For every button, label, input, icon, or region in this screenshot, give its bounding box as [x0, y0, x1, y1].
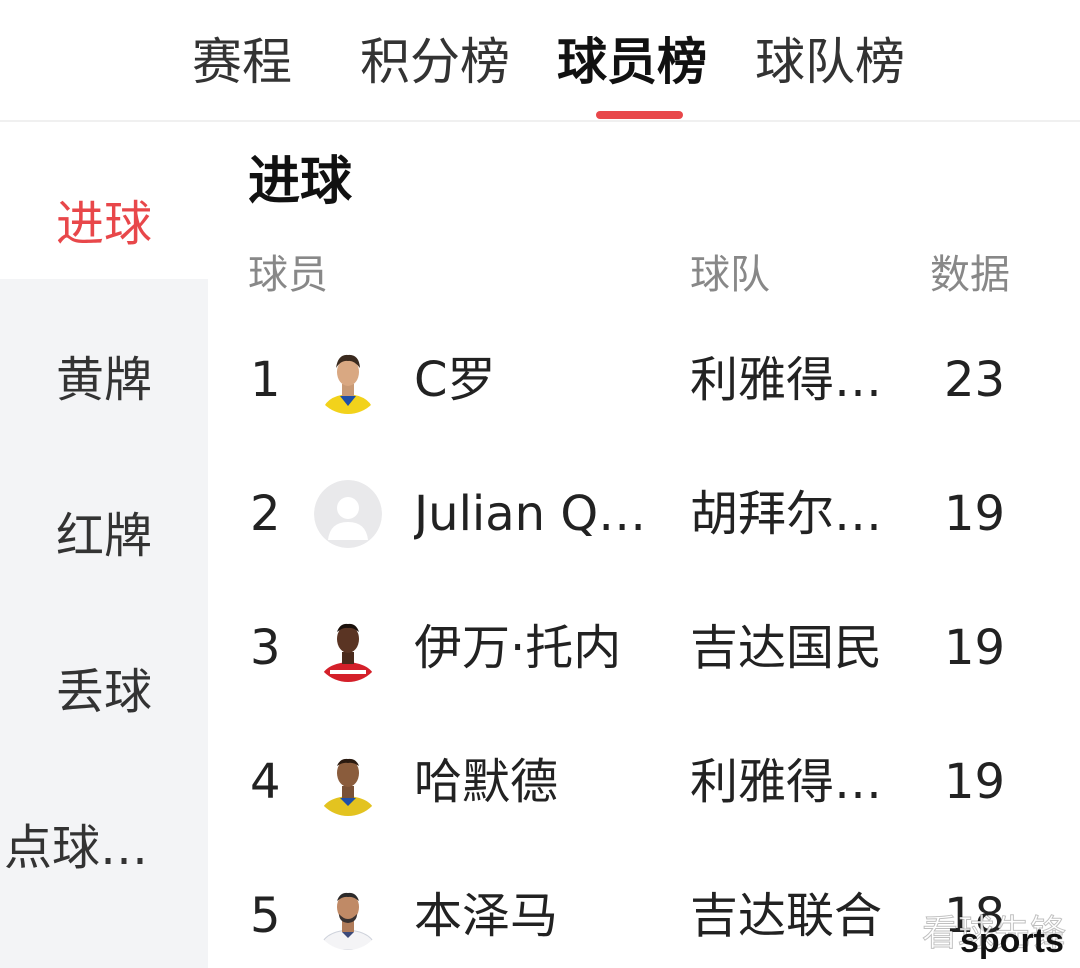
- rank: 3: [250, 620, 281, 676]
- sidebar-item-penalties[interactable]: 点球…: [0, 818, 208, 878]
- sidebar-item-goals[interactable]: 进球: [0, 124, 208, 279]
- tab-player-rankings[interactable]: 球员榜: [557, 30, 707, 94]
- goal-count: 19: [944, 754, 1006, 810]
- team-name[interactable]: 利雅得…: [690, 348, 900, 412]
- watermark-logo: 看球先锋 sports: [920, 904, 1080, 968]
- stat-category-sidebar: 进球 黄牌 红牌 丢球 点球…: [0, 124, 208, 968]
- sidebar-item-yellow-cards[interactable]: 黄牌: [0, 350, 208, 410]
- tab-team-rankings[interactable]: 球队榜: [755, 30, 905, 94]
- goal-count: 19: [944, 486, 1006, 542]
- tab-schedule[interactable]: 赛程: [192, 30, 292, 94]
- active-tab-indicator: [596, 111, 683, 119]
- table-row[interactable]: 1 C罗 利雅得… 23: [208, 318, 1080, 452]
- player-avatar: [314, 346, 382, 414]
- table-row[interactable]: 3 伊万·托内 吉达国民 19: [208, 586, 1080, 720]
- rank: 1: [250, 352, 281, 408]
- watermark-sports-text: sports: [960, 922, 1064, 960]
- table-row[interactable]: 2 Julian Q… 胡拜尔… 19: [208, 452, 1080, 586]
- top-tab-bar: 赛程 积分榜 球员榜 球队榜: [0, 0, 1080, 122]
- goal-count: 23: [944, 352, 1006, 408]
- rank: 2: [250, 486, 281, 542]
- player-name[interactable]: 本泽马: [414, 884, 664, 948]
- goal-count: 19: [944, 620, 1006, 676]
- rank: 4: [250, 754, 281, 810]
- player-name[interactable]: 哈默德: [414, 750, 664, 814]
- sidebar-item-goals-conceded[interactable]: 丢球: [0, 662, 208, 722]
- team-name[interactable]: 利雅得…: [690, 750, 900, 814]
- sidebar-item-red-cards[interactable]: 红牌: [0, 506, 208, 566]
- player-avatar: [314, 614, 382, 682]
- player-avatar: [314, 882, 382, 950]
- player-name[interactable]: C罗: [414, 348, 664, 412]
- player-name[interactable]: Julian Q…: [414, 482, 664, 546]
- team-name[interactable]: 吉达国民: [690, 616, 900, 680]
- team-name[interactable]: 吉达联合: [690, 884, 900, 948]
- team-name[interactable]: 胡拜尔…: [690, 482, 900, 546]
- section-title: 进球: [248, 152, 353, 212]
- column-header-team: 球队: [690, 252, 770, 298]
- default-avatar-icon: [314, 480, 382, 548]
- table-row[interactable]: 4 哈默德 利雅得… 19: [208, 720, 1080, 854]
- player-name[interactable]: 伊万·托内: [414, 616, 664, 680]
- rank: 5: [250, 888, 281, 944]
- tab-standings[interactable]: 积分榜: [360, 30, 510, 94]
- column-header-value: 数据: [930, 252, 1010, 298]
- player-avatar: [314, 748, 382, 816]
- column-header-player: 球员: [248, 252, 328, 298]
